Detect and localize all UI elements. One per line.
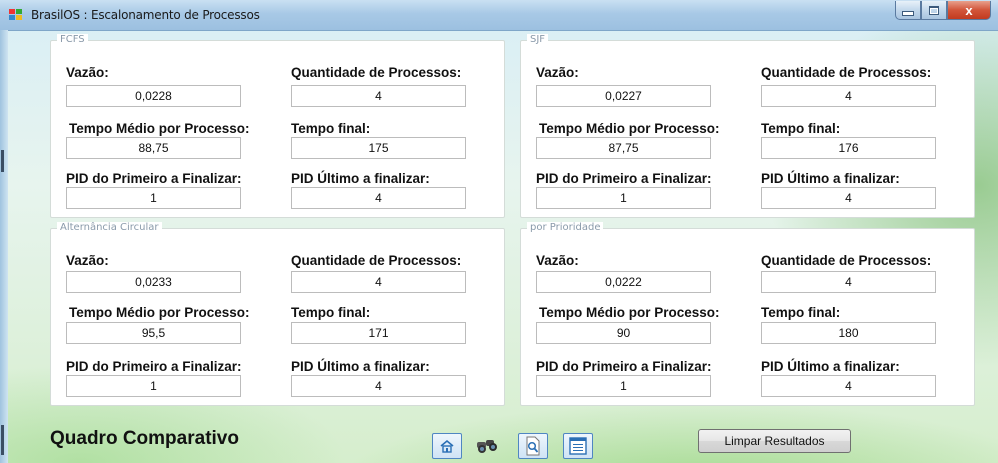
tempo-final-label: Tempo final:: [291, 121, 371, 136]
tempo-final-field[interactable]: 175: [291, 137, 466, 159]
limpar-resultados-button[interactable]: Limpar Resultados: [698, 429, 851, 453]
tempo-final-field[interactable]: 180: [761, 322, 936, 344]
close-button[interactable]: x: [947, 1, 991, 20]
group-sjf: SJF Vazão: 0,0227 Quantidade de Processo…: [520, 34, 975, 218]
home-icon: [440, 439, 454, 453]
pid-ultimo-field[interactable]: 4: [761, 187, 936, 209]
maximize-button[interactable]: [921, 1, 947, 20]
group-legend: FCFS: [57, 34, 88, 46]
tempo-medio-field[interactable]: 95,5: [66, 322, 241, 344]
group-fcfs: FCFS Vazão: 0,0228 Quantidade de Process…: [50, 34, 505, 218]
maximize-icon: [929, 5, 939, 15]
quadro-comparativo-heading: Quadro Comparativo: [50, 428, 239, 449]
vazao-field[interactable]: 0,0227: [536, 85, 711, 107]
group-por-prioridade: por Prioridade Vazão: 0,0222 Quantidade …: [520, 222, 975, 406]
tempo-medio-field[interactable]: 87,75: [536, 137, 711, 159]
window-controls: x: [895, 1, 991, 20]
group-alternancia-circular: Alternância Circular Vazão: 0,0233 Quant…: [50, 222, 505, 406]
quantidade-field[interactable]: 4: [291, 85, 466, 107]
quantidade-label: Quantidade de Processos:: [761, 253, 932, 268]
quantidade-field[interactable]: 4: [761, 271, 936, 293]
tempo-final-field[interactable]: 176: [761, 137, 936, 159]
app-window: BrasilOS : Escalonamento de Processos x …: [0, 0, 998, 463]
pid-primeiro-field[interactable]: 1: [66, 187, 241, 209]
pid-primeiro-label: PID do Primeiro a Finalizar:: [66, 359, 242, 374]
document-search-icon: [526, 436, 540, 456]
quantidade-field[interactable]: 4: [291, 271, 466, 293]
vazao-label: Vazão:: [66, 65, 109, 80]
pid-primeiro-label: PID do Primeiro a Finalizar:: [536, 359, 712, 374]
quantidade-field[interactable]: 4: [761, 85, 936, 107]
pid-primeiro-label: PID do Primeiro a Finalizar:: [536, 171, 712, 186]
group-legend: SJF: [527, 34, 549, 46]
pid-primeiro-label: PID do Primeiro a Finalizar:: [66, 171, 242, 186]
document-search-button[interactable]: [518, 433, 548, 459]
tempo-medio-label: Tempo Médio por Processo:: [69, 305, 250, 320]
home-button[interactable]: [432, 433, 462, 459]
pid-primeiro-field[interactable]: 1: [536, 187, 711, 209]
vazao-field[interactable]: 0,0228: [66, 85, 241, 107]
window-title: BrasilOS : Escalonamento de Processos: [31, 8, 260, 22]
tempo-final-label: Tempo final:: [761, 121, 841, 136]
pid-ultimo-label: PID Último a finalizar:: [291, 359, 430, 374]
vazao-label: Vazão:: [536, 253, 579, 268]
pid-ultimo-label: PID Último a finalizar:: [291, 171, 430, 186]
list-window-button[interactable]: [563, 433, 593, 459]
vazao-field[interactable]: 0,0222: [536, 271, 711, 293]
minimize-icon: [902, 10, 914, 16]
group-legend: por Prioridade: [527, 222, 604, 234]
quantidade-label: Quantidade de Processos:: [291, 65, 462, 80]
pid-ultimo-field[interactable]: 4: [291, 375, 466, 397]
close-icon: x: [965, 2, 973, 18]
search-binoculars-button[interactable]: [472, 433, 502, 459]
vazao-label: Vazão:: [536, 65, 579, 80]
quantidade-label: Quantidade de Processos:: [761, 65, 932, 80]
pid-primeiro-field[interactable]: 1: [536, 375, 711, 397]
tempo-medio-label: Tempo Médio por Processo:: [69, 121, 250, 136]
pid-primeiro-field[interactable]: 1: [66, 375, 241, 397]
tempo-medio-label: Tempo Médio por Processo:: [539, 121, 720, 136]
binoculars-icon: [477, 440, 497, 453]
app-icon: [9, 9, 23, 21]
window-left-border: [0, 30, 8, 463]
tempo-final-field[interactable]: 171: [291, 322, 466, 344]
pid-ultimo-field[interactable]: 4: [291, 187, 466, 209]
tempo-medio-label: Tempo Médio por Processo:: [539, 305, 720, 320]
pid-ultimo-label: PID Último a finalizar:: [761, 171, 900, 186]
tempo-medio-field[interactable]: 90: [536, 322, 711, 344]
list-window-icon: [569, 437, 587, 455]
tempo-final-label: Tempo final:: [291, 305, 371, 320]
pid-ultimo-field[interactable]: 4: [761, 375, 936, 397]
group-legend: Alternância Circular: [57, 222, 162, 234]
tempo-medio-field[interactable]: 88,75: [66, 137, 241, 159]
minimize-button[interactable]: [895, 1, 921, 20]
quantidade-label: Quantidade de Processos:: [291, 253, 462, 268]
vazao-label: Vazão:: [66, 253, 109, 268]
vazao-field[interactable]: 0,0233: [66, 271, 241, 293]
pid-ultimo-label: PID Último a finalizar:: [761, 359, 900, 374]
tempo-final-label: Tempo final:: [761, 305, 841, 320]
title-bar[interactable]: BrasilOS : Escalonamento de Processos x: [0, 0, 998, 31]
